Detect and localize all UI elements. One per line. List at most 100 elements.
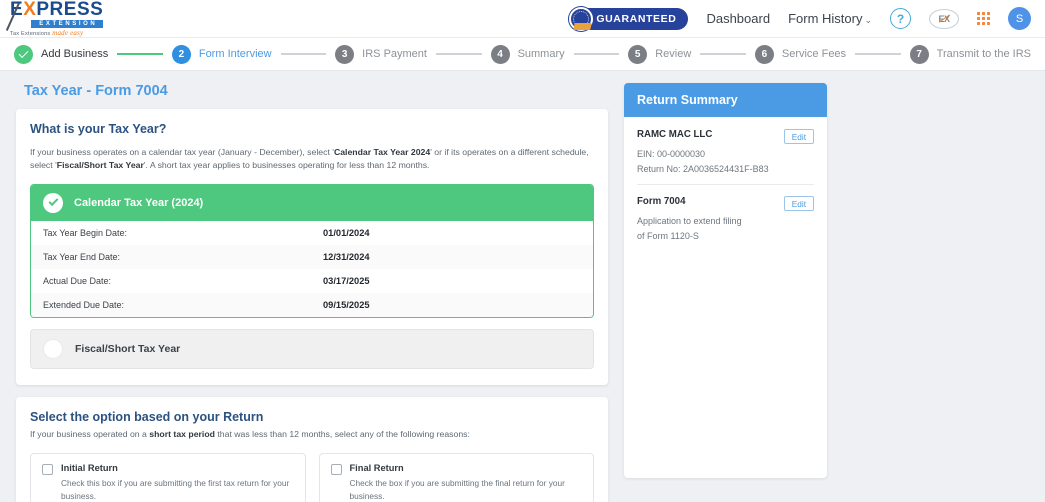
stepper-connector-3	[435, 53, 482, 55]
stepper-bullet-7: 7	[909, 44, 929, 64]
edit-button[interactable]: Edit	[783, 129, 814, 144]
return-option-title: Initial Return	[61, 463, 118, 474]
stepper-label-5: Review	[655, 48, 692, 60]
stepper-step-2[interactable]: 2 Form Interview	[171, 44, 272, 64]
sidebar-column: Return Summary RAMC MAC LLC Edit EIN: 00-0…	[624, 83, 827, 502]
return-checkbox-row: Initial Return Check this box if you are …	[30, 453, 594, 502]
summary-block-header: RAMC MAC LLC Edit	[637, 129, 814, 144]
chevron-down-icon: ⌄	[864, 15, 872, 25]
fiscal-short-tax-year-label: Fiscal/Short Tax Year	[75, 342, 181, 355]
stepper-step-7[interactable]: 7 Transmit to the IRS	[909, 44, 1031, 64]
date-value: 03/17/2025	[323, 275, 370, 286]
date-value: 12/31/2024	[323, 251, 370, 262]
stepper-bullet-6: 6	[754, 44, 774, 64]
stepper-bullet-4: 4	[490, 44, 510, 64]
tax-year-helper-text: If your business operates on a calendar …	[30, 147, 589, 171]
stepper-label-7: Transmit to the IRS	[936, 48, 1031, 60]
radio-selected-icon	[43, 192, 63, 213]
return-option-heading: Select the option based on your Return	[30, 409, 264, 424]
avatar-initial: S	[1015, 12, 1024, 25]
tax-year-date-row: Tax Year Begin Date: 01/01/2024	[31, 220, 593, 245]
stepper-label-2: Form Interview	[198, 48, 272, 60]
help-glyph: ?	[896, 11, 905, 26]
summary-block-title: RAMC MAC LLC	[637, 129, 713, 140]
stepper-step-3[interactable]: 3 IRS Payment	[335, 44, 427, 64]
return-summary-body: RAMC MAC LLC Edit EIN: 00-0000030 Return No…	[624, 117, 827, 253]
summary-block-line-2: Return No: 2A0036524431F-B83	[637, 164, 769, 174]
return-summary-block-1: RAMC MAC LLC Edit EIN: 00-0000030 Return No…	[637, 129, 814, 174]
edit-button[interactable]: Edit	[783, 196, 814, 211]
stepper-bullet-2: 2	[171, 44, 191, 64]
date-label: Actual Due Date:	[43, 275, 112, 286]
return-option-helper-text: If your business operated on a short tax…	[30, 428, 470, 439]
nav-form-history-label: Form History	[788, 11, 863, 26]
nav-item-dashboard[interactable]: Dashboard	[706, 11, 770, 26]
stepper-step-4[interactable]: 4 Summary	[490, 44, 565, 64]
return-option-description: Check the box if you are submitting the …	[349, 478, 565, 501]
date-label: Tax Year Begin Date:	[43, 227, 128, 238]
tax-year-date-table: Tax Year Begin Date: 01/01/2024 Tax Year E…	[31, 220, 593, 317]
avatar[interactable]: S	[1008, 7, 1031, 30]
help-icon[interactable]: ?	[890, 8, 911, 29]
page-content: Tax Year - Form 7004 What is your Tax Ye…	[0, 71, 1045, 502]
summary-block-line-2: of Form 1120-S	[637, 231, 699, 241]
calendar-tax-year-header[interactable]: Calendar Tax Year (2024)	[31, 184, 593, 221]
logo-letter-x: X	[23, 0, 37, 20]
stepper-connector-2	[280, 53, 327, 55]
guaranteed-label: GUARANTEED	[596, 12, 677, 25]
logo-subtitle: EXTENSION	[31, 19, 104, 28]
apps-grid-icon[interactable]	[977, 12, 990, 25]
stepper-bullet-5: 5	[628, 44, 648, 64]
stepper-connector-4	[573, 53, 620, 55]
stepper-step-6[interactable]: 6 Service Fees	[754, 44, 846, 64]
stepper-step-1[interactable]: Add Business	[14, 44, 109, 64]
summary-block-line-1: EIN: 00-0000030	[637, 149, 706, 159]
nav-item-form-history[interactable]: Form History ⌄	[788, 11, 872, 26]
checkbox[interactable]	[42, 464, 53, 476]
express-extension-logo[interactable]: EXPRESS EXTENSION Tax Extensions made ea…	[5, 0, 104, 37]
return-summary-header: Return Summary	[624, 83, 827, 117]
progress-stepper: Add Business 2 Form Interview 3 IRS Payment 4…	[0, 38, 1045, 71]
date-value: 09/15/2025	[323, 299, 370, 310]
guaranteed-badge: GUARANTEED	[569, 6, 689, 31]
tax-year-date-row: Extended Due Date: 09/15/2025	[31, 292, 593, 317]
page-title: Tax Year - Form 7004	[24, 83, 168, 99]
return-option-initial[interactable]: Initial Return Check this box if you are …	[30, 453, 306, 502]
logo-tagline: Tax Extensions made easy	[10, 28, 84, 37]
logo-letters-press: PRESS	[36, 0, 104, 20]
summary-block-title: Form 7004	[637, 196, 686, 207]
return-summary-block-2: Form 7004 Edit Application to extend filin…	[637, 184, 814, 241]
stepper-step-5[interactable]: 5 Review	[628, 44, 692, 64]
tax-year-date-row: Actual Due Date: 03/17/2025	[31, 268, 593, 293]
stepper-label-1: Add Business	[41, 48, 109, 60]
tax-year-date-row: Tax Year End Date: 12/31/2024	[31, 244, 593, 269]
tax-year-heading: What is your Tax Year?	[30, 122, 167, 136]
main-column: Tax Year - Form 7004 What is your Tax Ye…	[16, 83, 608, 502]
return-summary-card: Return Summary RAMC MAC LLC Edit EIN: 00-0…	[624, 83, 827, 478]
stepper-bullet-3: 3	[335, 44, 355, 64]
stepper-connector-5	[700, 53, 746, 55]
return-option-card: Select the option based on your Return I…	[16, 396, 608, 502]
checkbox[interactable]	[330, 464, 342, 476]
return-option-final[interactable]: Final Return Check the box if you are sub…	[318, 453, 594, 502]
stepper-connector-1	[117, 53, 163, 55]
fiscal-short-tax-year-option[interactable]: Fiscal/Short Tax Year	[30, 328, 594, 369]
date-label: Tax Year End Date:	[43, 251, 121, 262]
calendar-tax-year-label: Calendar Tax Year (2024)	[74, 196, 204, 209]
stepper-connector-6	[855, 53, 901, 55]
express-shortcut-icon[interactable]: EX	[929, 8, 959, 29]
date-label: Extended Due Date:	[43, 299, 125, 310]
return-option-description: Check this box if you are submitting the…	[61, 478, 290, 501]
radio-unselected-icon[interactable]	[43, 338, 63, 359]
logo-wordmark: EXPRESS	[5, 0, 104, 31]
stepper-bullet-1	[14, 44, 33, 64]
stepper-label-3: IRS Payment	[362, 48, 427, 60]
ex-label: EX	[938, 13, 950, 24]
calendar-tax-year-option[interactable]: Calendar Tax Year (2024) Tax Year Begin …	[30, 183, 594, 318]
top-nav-right-group: GUARANTEED Dashboard Form History ⌄ ? EX …	[569, 6, 1031, 31]
return-option-title: Final Return	[349, 463, 404, 474]
check-icon	[18, 47, 29, 58]
tax-year-card: What is your Tax Year? If your business …	[16, 109, 608, 385]
stepper-label-4: Summary	[517, 48, 565, 60]
summary-block-line-1: Application to extend filing	[637, 216, 742, 226]
